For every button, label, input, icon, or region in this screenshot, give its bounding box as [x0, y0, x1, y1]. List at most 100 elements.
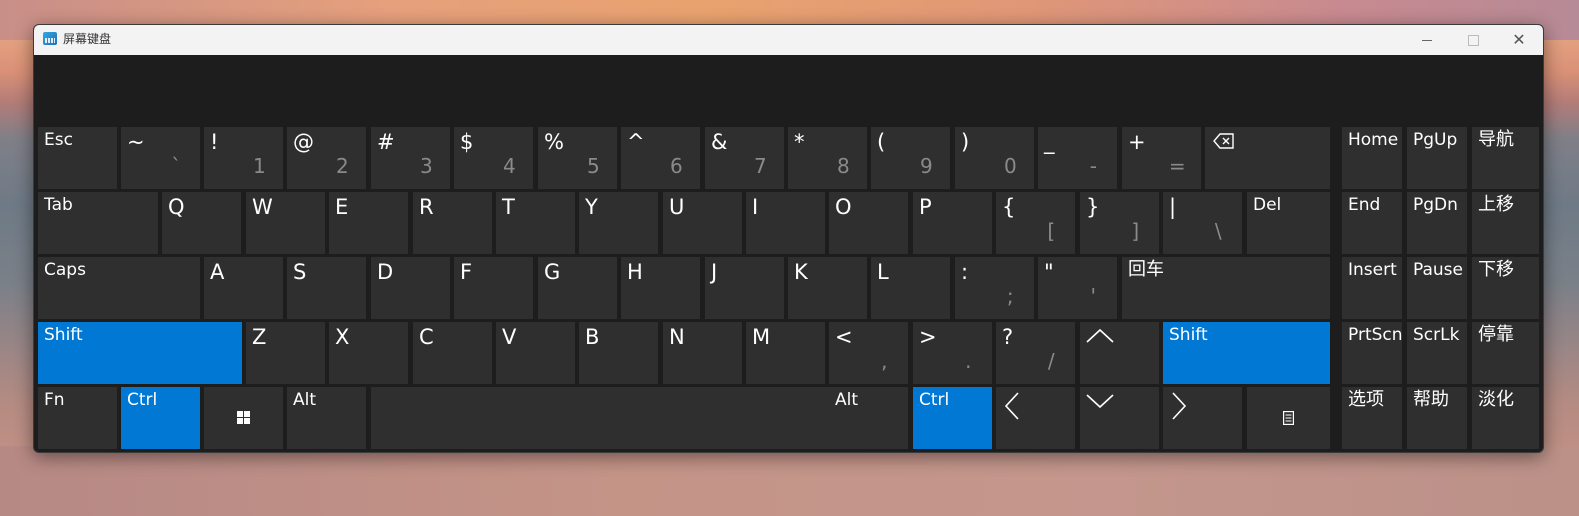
key-left-paren[interactable]: (9 [871, 127, 950, 189]
key-arrow-up[interactable] [1080, 322, 1159, 384]
key-fn[interactable]: Fn [38, 387, 117, 449]
key-j[interactable]: J [705, 257, 784, 319]
key-right-shift[interactable]: Shift [1163, 322, 1330, 384]
key-underscore[interactable]: _ - [1038, 127, 1117, 189]
key-secondary-label: ' [1090, 284, 1097, 308]
key-h[interactable]: H [621, 257, 700, 319]
key-plus[interactable]: + = [1122, 127, 1201, 189]
key-end[interactable]: End [1342, 192, 1402, 254]
key-move-up[interactable]: 上移 [1472, 192, 1539, 254]
key-s[interactable]: S [287, 257, 366, 319]
key-question[interactable]: ? / [996, 322, 1075, 384]
key-left-alt[interactable]: Alt [287, 387, 366, 449]
key-label: T [502, 195, 515, 219]
key-prtscn[interactable]: PrtScn [1342, 322, 1403, 384]
key-g[interactable]: G [538, 257, 617, 319]
key-k[interactable]: K [788, 257, 867, 319]
key-left-shift[interactable]: Shift [38, 322, 242, 384]
key-greater-than[interactable]: >. [913, 322, 992, 384]
key-label: O [835, 195, 852, 219]
key-pause[interactable]: Pause [1407, 257, 1467, 319]
key-windows[interactable] [204, 387, 283, 449]
key-i[interactable]: I [746, 192, 825, 254]
key-arrow-left[interactable] [996, 387, 1075, 449]
key-pgdn[interactable]: PgDn [1407, 192, 1467, 254]
key-fade[interactable]: 淡化 [1472, 387, 1539, 449]
key-move-down[interactable]: 下移 [1472, 257, 1539, 319]
key-nav[interactable]: 导航 [1472, 127, 1539, 189]
key-less-than[interactable]: <, [829, 322, 908, 384]
key-label: Ctrl [919, 390, 950, 410]
key-label: R [419, 195, 434, 219]
key-left-ctrl[interactable]: Ctrl [121, 387, 200, 449]
key-b[interactable]: B [579, 322, 658, 384]
key-help[interactable]: 帮助 [1407, 387, 1467, 449]
key-right-ctrl[interactable]: Ctrl [913, 387, 992, 449]
key-enter[interactable]: 回车 [1122, 257, 1330, 319]
title-bar[interactable]: 屏幕键盘 ✕ [34, 25, 1543, 55]
key-home[interactable]: Home [1342, 127, 1402, 189]
key-w[interactable]: W [246, 192, 325, 254]
key-label: ? [1002, 325, 1014, 349]
key-v[interactable]: V [496, 322, 575, 384]
key-right-alt[interactable]: Alt [829, 387, 908, 449]
key-q[interactable]: Q [162, 192, 241, 254]
key-u[interactable]: U [663, 192, 742, 254]
key-pipe[interactable]: | \ [1163, 192, 1242, 254]
key-asterisk[interactable]: * 8 [788, 127, 867, 189]
key-dock[interactable]: 停靠 [1472, 322, 1539, 384]
key-quote[interactable]: " ' [1038, 257, 1117, 319]
key-dollar[interactable]: $4 [454, 127, 533, 189]
key-r[interactable]: R [413, 192, 492, 254]
key-caps[interactable]: Caps [38, 257, 200, 319]
key-label: % [544, 130, 564, 154]
key-right-paren[interactable]: ) 0 [955, 127, 1034, 189]
key-f[interactable]: F [454, 257, 533, 319]
key-insert[interactable]: Insert [1342, 257, 1402, 319]
close-button[interactable]: ✕ [1496, 25, 1542, 55]
key-percent[interactable]: % 5 [538, 127, 617, 189]
key-exclamation[interactable]: ! 1 [204, 127, 283, 189]
key-left-brace[interactable]: {[ [996, 192, 1075, 254]
key-options[interactable]: 选项 [1342, 387, 1402, 449]
key-arrow-right[interactable] [1163, 387, 1242, 449]
backspace-icon [1213, 133, 1234, 149]
key-caret[interactable]: ^ 6 [621, 127, 700, 189]
key-z[interactable]: Z [246, 322, 325, 384]
key-label: M [752, 325, 771, 349]
maximize-button[interactable] [1450, 25, 1496, 55]
key-t[interactable]: T [496, 192, 575, 254]
key-n[interactable]: N [663, 322, 742, 384]
key-label: Pause [1413, 260, 1463, 280]
key-c[interactable]: C [413, 322, 492, 384]
key-backspace[interactable] [1205, 127, 1330, 189]
key-esc[interactable]: Esc [38, 127, 117, 189]
key-colon[interactable]: :; [955, 257, 1034, 319]
key-x[interactable]: X [329, 322, 408, 384]
minimize-button[interactable] [1404, 25, 1450, 55]
key-arrow-down[interactable] [1080, 387, 1159, 449]
key-m[interactable]: M [746, 322, 825, 384]
key-e[interactable]: E [329, 192, 408, 254]
key-o[interactable]: O [829, 192, 908, 254]
key-ampersand[interactable]: & 7 [705, 127, 784, 189]
key-l[interactable]: L [871, 257, 950, 319]
key-del[interactable]: Del [1247, 192, 1330, 254]
key-hash[interactable]: #3 [371, 127, 450, 189]
key-space[interactable] [371, 387, 829, 449]
key-at[interactable]: @2 [287, 127, 366, 189]
key-tilde[interactable]: ~ ` [121, 127, 200, 189]
key-right-brace[interactable]: }] [1080, 192, 1159, 254]
key-p[interactable]: P [913, 192, 992, 254]
key-secondary-label: 7 [753, 154, 767, 178]
key-scrlk[interactable]: ScrLk [1407, 322, 1467, 384]
key-menu[interactable] [1247, 387, 1330, 449]
key-tab[interactable]: Tab [38, 192, 158, 254]
key-d[interactable]: D [371, 257, 450, 319]
key-secondary-label: . [965, 349, 972, 373]
key-secondary-label: , [881, 349, 888, 373]
key-a[interactable]: A [204, 257, 283, 319]
key-y[interactable]: Y [579, 192, 658, 254]
key-label: G [544, 260, 561, 284]
key-pgup[interactable]: PgUp [1407, 127, 1467, 189]
